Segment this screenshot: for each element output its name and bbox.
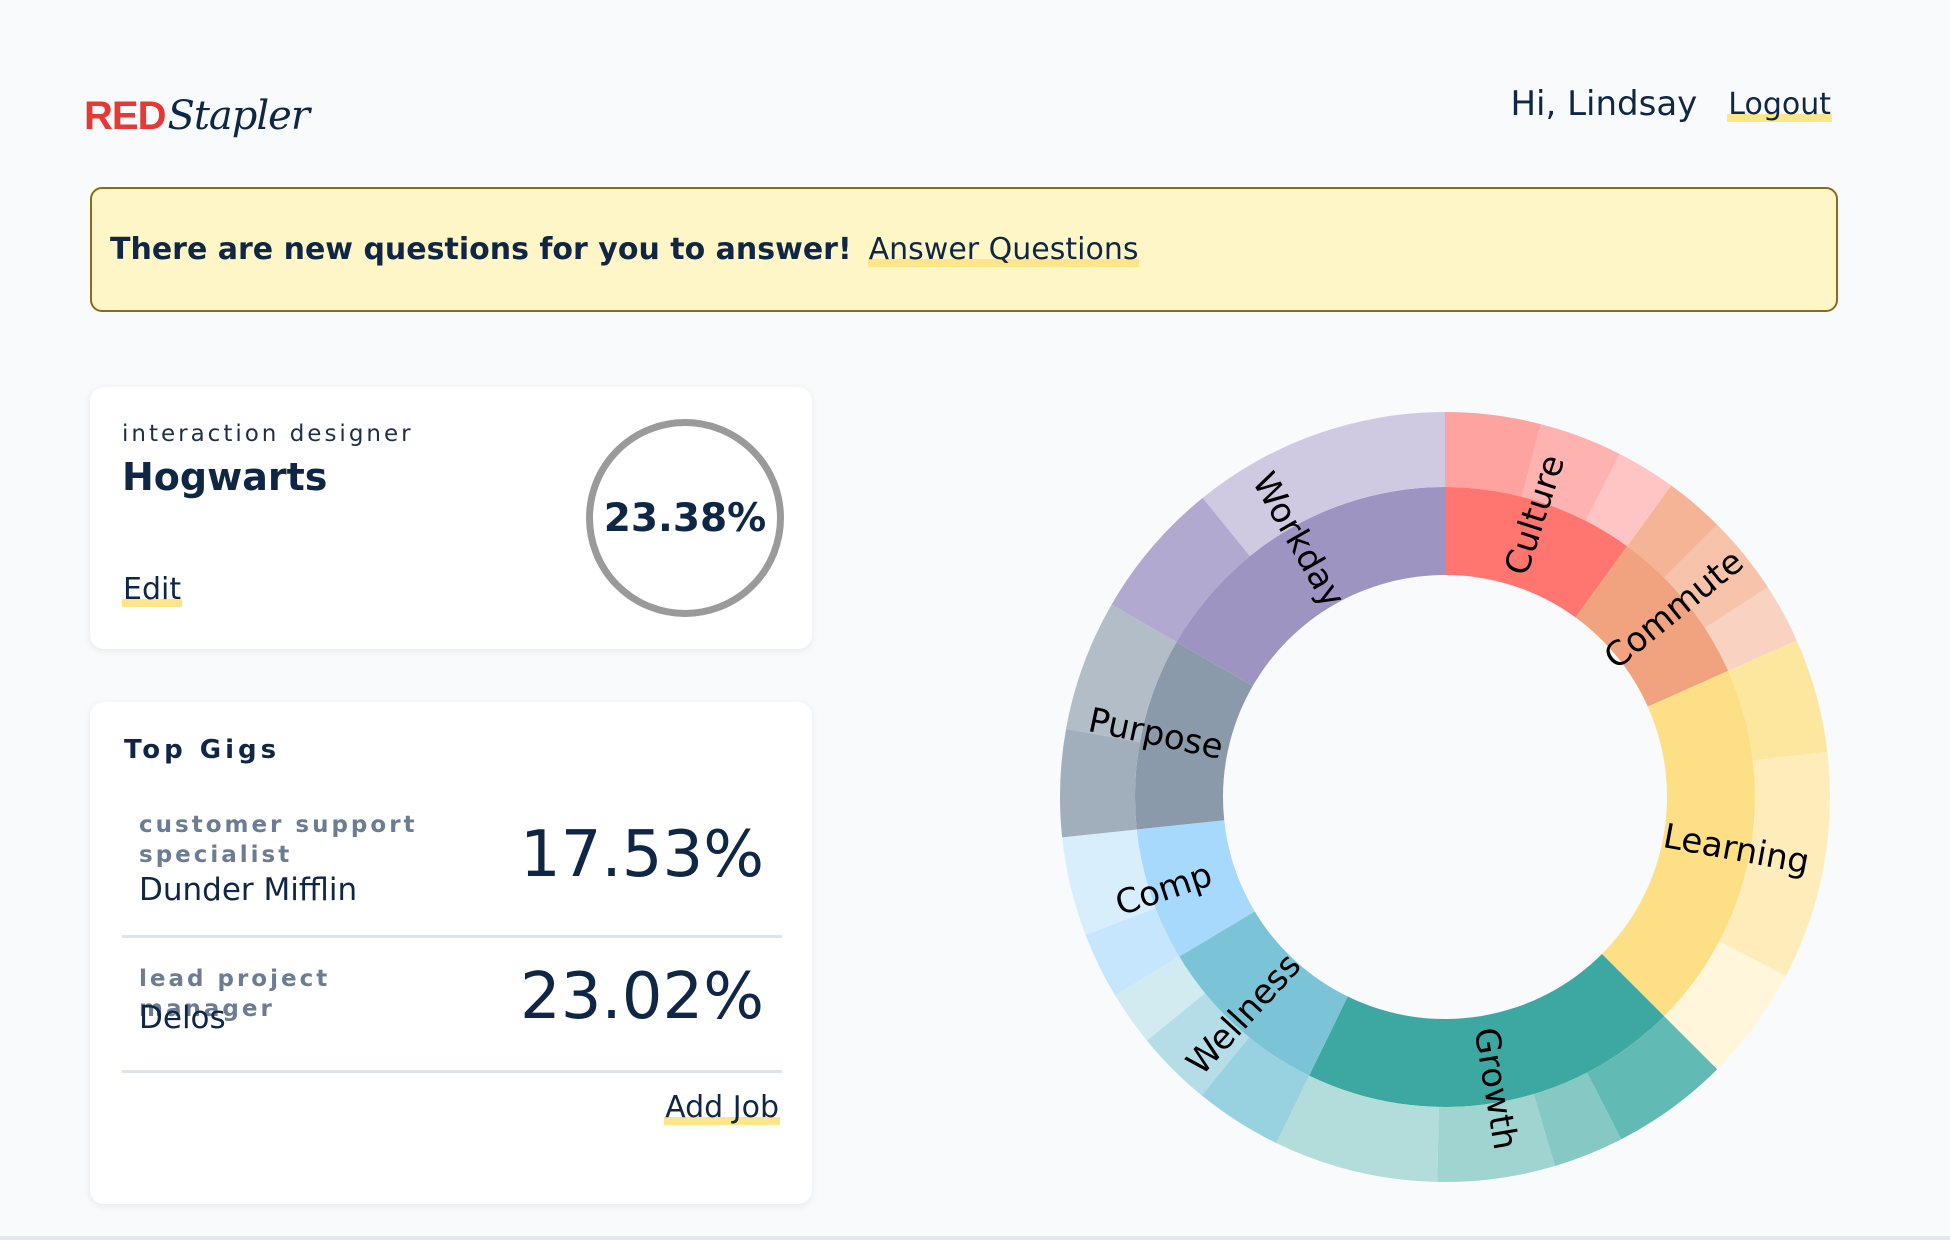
user-area: Hi, Lindsay Logout <box>1510 80 1832 128</box>
sunburst-chart: CultureCommuteLearningGrowthWellnessComp… <box>1060 412 1830 1182</box>
profile-score-ring: 23.38% <box>586 419 784 617</box>
edit-profile-link[interactable]: Edit <box>122 572 183 607</box>
gig-row[interactable]: customer support specialist Dunder Miffl… <box>122 810 782 938</box>
questions-banner: There are new questions for you to answe… <box>90 187 1838 312</box>
banner-message: There are new questions for you to answe… <box>110 232 852 267</box>
profile-score: 23.38% <box>603 495 767 541</box>
top-gigs-card: Top Gigs customer support specialist Dun… <box>90 702 812 1204</box>
profile-company: Hogwarts <box>122 455 328 499</box>
answer-questions-link[interactable]: Answer Questions <box>867 232 1140 267</box>
user-greeting: Hi, Lindsay <box>1510 84 1698 124</box>
gig-row[interactable]: lead project manager Delos 23.02% <box>122 960 782 1073</box>
logo-red-text: RED <box>84 94 166 138</box>
gig-role: customer support specialist <box>139 812 418 868</box>
gig-score: 23.02% <box>519 960 764 1034</box>
logo[interactable]: RED Stapler <box>84 80 310 139</box>
profile-role: interaction designer <box>122 421 414 447</box>
top-gigs-title: Top Gigs <box>124 735 281 765</box>
gig-company: Delos <box>139 1000 226 1036</box>
logo-script-text: Stapler <box>167 93 310 139</box>
gig-score: 17.53% <box>519 818 764 892</box>
gig-company: Dunder Mifflin <box>139 872 358 908</box>
add-job-link[interactable]: Add Job <box>664 1090 780 1125</box>
page-bottom-divider <box>0 1236 1950 1240</box>
profile-card: interaction designer Hogwarts Edit 23.38… <box>90 387 812 649</box>
logout-link[interactable]: Logout <box>1727 86 1832 122</box>
